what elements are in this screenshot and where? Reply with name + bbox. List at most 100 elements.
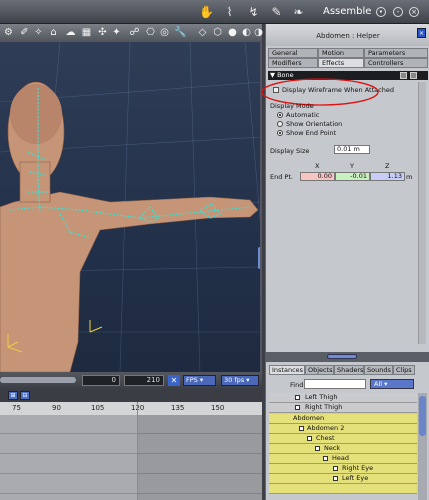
rate-value-select[interactable]: 30 fps ▾	[221, 375, 259, 386]
expand-box-icon[interactable]	[333, 476, 338, 481]
panel-close-icon[interactable]: ×	[417, 28, 426, 38]
brush-icon[interactable]: ✐	[18, 26, 31, 39]
tree-row[interactable]	[269, 484, 417, 494]
tab-shaders[interactable]: Shaders	[334, 365, 364, 375]
remove-key-icon[interactable]: ⊟	[20, 391, 30, 400]
target-icon[interactable]: ◎	[158, 26, 171, 39]
panel-scrollbar[interactable]	[418, 82, 426, 344]
endpt-x-field[interactable]: 0.00	[300, 172, 335, 181]
timeline-ruler[interactable]: 75 90 105 120 135 150	[0, 402, 262, 415]
morph-icon[interactable]: ❧	[290, 4, 307, 20]
mode-orientation-radio[interactable]	[277, 121, 283, 127]
tab-motion[interactable]: Motion	[318, 48, 364, 58]
tree-row[interactable]: Right Thigh	[269, 403, 417, 413]
tree-row[interactable]: Head	[269, 454, 417, 464]
tab-sounds[interactable]: Sounds	[364, 365, 393, 375]
end-frame-field[interactable]: 210	[124, 375, 164, 386]
display-mode-label: Display Mode	[270, 102, 314, 110]
tab-controllers[interactable]: Controllers	[364, 58, 428, 68]
top-bar: ✋ ⌇ ↯ ✎ ❧ Assemble • - ×	[0, 0, 429, 24]
viewport-resize-handle[interactable]	[258, 247, 260, 269]
splitter-knob[interactable]	[327, 354, 357, 359]
bone-save-icon[interactable]	[400, 72, 407, 79]
panel-header: Abdomen : Helper ×	[266, 24, 429, 46]
ruler-tick: 135	[171, 404, 185, 412]
expand-box-icon[interactable]	[315, 446, 320, 451]
endpt-y-field[interactable]: -0.01	[335, 172, 370, 181]
grid-icon[interactable]: ▦	[80, 26, 93, 39]
walk-icon[interactable]: ✎	[268, 4, 285, 20]
tree-scroll-thumb[interactable]	[419, 396, 426, 436]
mode-orientation-label: Show Orientation	[286, 120, 343, 128]
cross-icon[interactable]: ✣	[96, 26, 109, 39]
endpt-label: End Pt.	[270, 173, 293, 181]
hand-icon[interactable]: ✋	[198, 4, 215, 20]
tab-modifiers[interactable]: Modifiers	[268, 58, 318, 68]
endpt-z-field[interactable]: 1.13	[370, 172, 405, 181]
3d-viewport[interactable]	[0, 42, 262, 372]
ruler-tick: 150	[211, 404, 225, 412]
head-shade	[10, 84, 62, 144]
tree-row[interactable]: Left Thigh	[269, 393, 417, 403]
eye-icon[interactable]: •	[376, 7, 386, 17]
expand-box-icon[interactable]	[323, 456, 328, 461]
ruler-tick: 75	[12, 404, 21, 412]
expand-box-icon[interactable]	[307, 436, 312, 441]
tab-instances[interactable]: Instances	[269, 365, 305, 375]
playhead[interactable]	[137, 402, 138, 500]
wand-icon[interactable]: ✦	[110, 26, 123, 39]
scrub-slider[interactable]	[0, 377, 76, 383]
tree-row[interactable]: Right Eye	[269, 464, 417, 474]
filter-select[interactable]: All ▾	[370, 379, 414, 389]
sphere-icon[interactable]: ●	[226, 26, 239, 39]
camera-icon[interactable]: ⎔	[144, 26, 157, 39]
endpt-unit: m	[406, 173, 413, 181]
network-icon[interactable]: ☍	[128, 26, 141, 39]
mode-automatic-radio[interactable]	[277, 112, 283, 118]
wrench-icon[interactable]: 🔧	[174, 26, 187, 39]
add-key-icon[interactable]: ⊞	[8, 391, 18, 400]
ruler-tick: 90	[52, 404, 61, 412]
display-size-field[interactable]: 0.01 m	[334, 145, 370, 154]
tab-effects[interactable]: Effects	[318, 58, 364, 68]
current-frame-field[interactable]: 0	[82, 375, 120, 386]
cube-wire-icon[interactable]: ⬡	[211, 26, 224, 39]
deform-icon[interactable]: ⌇	[221, 4, 238, 20]
panel-splitter[interactable]	[265, 352, 429, 362]
instance-tree: Left Thigh Right Thigh Abdomen Abdomen 2…	[269, 393, 417, 500]
expand-box-icon[interactable]	[299, 426, 304, 431]
expand-box-icon[interactable]	[333, 466, 338, 471]
light-icon[interactable]: ◑	[252, 26, 265, 39]
tab-general[interactable]: General	[268, 48, 318, 58]
tree-row[interactable]: Chest	[269, 434, 417, 444]
tree-row[interactable]: Left Eye	[269, 474, 417, 484]
tree-row[interactable]: Abdomen 2	[269, 424, 417, 434]
loop-toggle-icon[interactable]: ✕	[168, 375, 180, 386]
room-title: Assemble	[323, 6, 372, 17]
axis-y-label: Y	[350, 162, 354, 170]
tab-parameters[interactable]: Parameters	[364, 48, 428, 58]
tree-row[interactable]: Abdomen	[269, 414, 417, 424]
rate-mode-select[interactable]: FPS ▾	[183, 375, 216, 386]
timeline-controls: 0 210 ✕ FPS ▾ 30 fps ▾	[0, 372, 262, 389]
tab-objects[interactable]: Objects	[305, 365, 334, 375]
pose-icon[interactable]: ↯	[245, 4, 262, 20]
axis-z-label: Z	[385, 162, 390, 170]
hair-icon[interactable]: ✧	[32, 26, 45, 39]
house-icon[interactable]: ⌂	[47, 26, 60, 39]
cube-icon[interactable]: ◇	[196, 26, 209, 39]
cloud-icon[interactable]: ☁	[64, 26, 77, 39]
expand-box-icon[interactable]	[295, 405, 300, 410]
find-input[interactable]	[304, 379, 366, 389]
mode-endpoint-radio[interactable]	[277, 130, 283, 136]
bone-options-icon[interactable]	[410, 72, 417, 79]
close-icon[interactable]: ×	[409, 7, 419, 17]
tree-row[interactable]: Neck	[269, 444, 417, 454]
expand-box-icon[interactable]	[295, 395, 300, 400]
tab-clips[interactable]: Clips	[393, 365, 415, 375]
minimize-icon[interactable]: -	[393, 7, 403, 17]
tree-scrollbar[interactable]	[418, 393, 427, 500]
properties-panel: Abdomen : Helper × General Motion Parame…	[261, 24, 429, 360]
gear-icon[interactable]: ⚙	[2, 26, 15, 39]
panel-title: Abdomen : Helper	[316, 32, 380, 40]
